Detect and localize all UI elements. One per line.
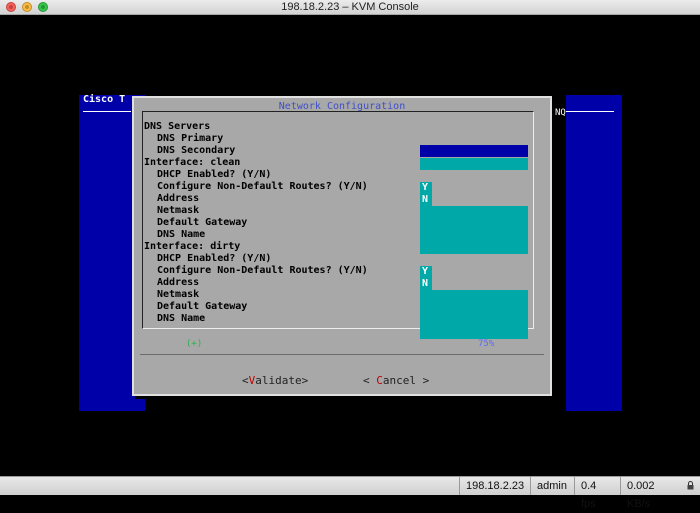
label-clean-dhcp: DHCP Enabled? (Y/N) [157, 169, 272, 180]
clean-address-block-input[interactable] [420, 206, 528, 254]
label-dns-secondary: DNS Secondary [157, 145, 236, 156]
status-bar: 198.18.2.23 admin 0.4 fps 0.002 KB/s [0, 476, 700, 510]
background-app-title: Cisco T [83, 94, 126, 105]
label-dirty-address: Address [157, 277, 200, 288]
section-interface-clean: Interface: clean [144, 157, 241, 168]
section-interface-dirty: Interface: dirty [144, 241, 241, 252]
label-clean-dns-name: DNS Name [157, 229, 206, 240]
dns-primary-input[interactable] [420, 145, 528, 157]
cancel-button[interactable]: < Cancel > [363, 374, 429, 387]
clean-dhcp-input[interactable]: Y [420, 182, 432, 194]
label-clean-gateway: Default Gateway [157, 217, 248, 228]
dialog-separator [140, 354, 544, 355]
label-dirty-netmask: Netmask [157, 289, 200, 300]
status-fps: 0.4 fps [574, 477, 620, 510]
window-title: 198.18.2.23 – KVM Console [281, 1, 419, 13]
label-dirty-gateway: Default Gateway [157, 301, 248, 312]
network-configuration-dialog: Network Configuration DNS Servers DNS Pr… [132, 96, 552, 396]
label-clean-netmask: Netmask [157, 205, 200, 216]
validate-button[interactable]: <Validate> [242, 374, 308, 387]
dirty-address-block-input[interactable] [420, 290, 528, 339]
clean-routes-input[interactable]: N [420, 194, 432, 206]
label-clean-routes: Configure Non-Default Routes? (Y/N) [157, 181, 368, 192]
status-rate: 0.002 KB/s [620, 477, 682, 510]
status-user: admin [530, 477, 574, 495]
background-rule-right [566, 111, 614, 112]
label-clean-address: Address [157, 193, 200, 204]
dirty-dhcp-input[interactable]: Y [420, 266, 432, 278]
background-rule-left [83, 111, 131, 112]
status-host: 198.18.2.23 [459, 477, 530, 495]
label-dirty-dhcp: DHCP Enabled? (Y/N) [157, 253, 272, 264]
kvm-console-screen[interactable]: Cisco T NQ Network Configuration DNS Ser… [0, 15, 700, 476]
dirty-routes-input[interactable]: N [420, 278, 432, 290]
label-dirty-routes: Configure Non-Default Routes? (Y/N) [157, 265, 368, 276]
scroll-indicator-left: (+) [186, 339, 203, 349]
lock-icon [687, 481, 694, 490]
label-dns-primary: DNS Primary [157, 133, 224, 144]
scroll-percent: 75% [478, 339, 495, 349]
label-dirty-dns-name: DNS Name [157, 313, 206, 324]
background-tag: NQ [555, 108, 566, 118]
background-panel-right [566, 95, 622, 411]
dns-secondary-input[interactable] [420, 158, 528, 170]
section-dns-servers: DNS Servers [144, 121, 211, 132]
window-titlebar: 198.18.2.23 – KVM Console [0, 0, 700, 15]
